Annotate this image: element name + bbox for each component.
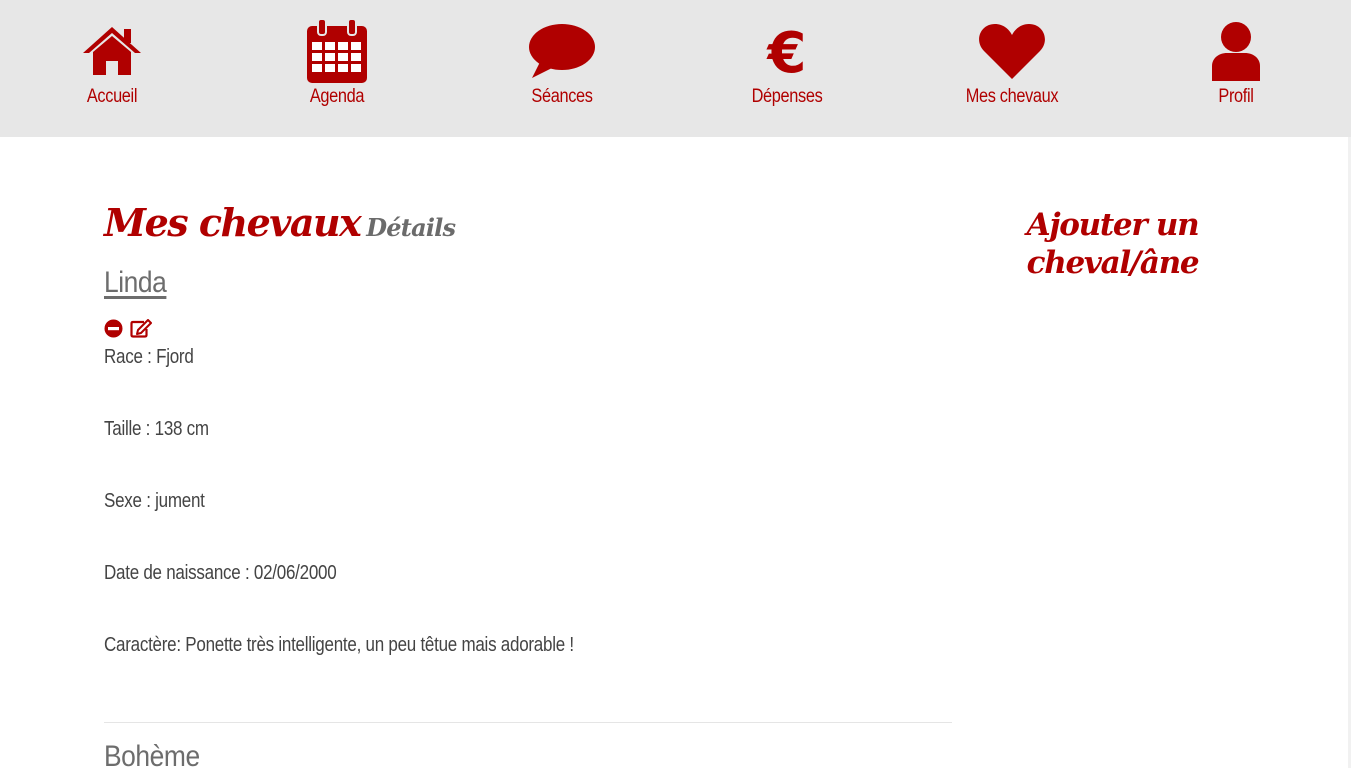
- horse-divider: [104, 722, 952, 723]
- horse-birthdate: Date de naissance : 02/06/2000: [104, 562, 337, 584]
- horse-character: Caractère: Ponette très intelligente, un…: [104, 634, 574, 656]
- add-horse-link[interactable]: Ajouter un cheval/âne: [1020, 206, 1205, 282]
- calendar-icon: [247, 18, 427, 84]
- svg-text:€: €: [766, 22, 807, 80]
- horse-size: Taille : 138 cm: [104, 418, 209, 440]
- delete-icon[interactable]: [104, 318, 126, 338]
- horse-sex: Sexe : jument: [104, 490, 205, 512]
- nav-item-mes-chevaux[interactable]: Mes chevaux: [922, 18, 1102, 108]
- home-icon: [22, 18, 202, 84]
- speech-bubble-icon: [472, 18, 652, 84]
- nav-item-accueil[interactable]: Accueil: [22, 18, 202, 108]
- top-navigation: Accueil Agenda Séances € Dépenses Mes ch…: [0, 0, 1351, 137]
- horse-actions: [104, 318, 152, 338]
- page-title-text: Mes chevaux: [104, 200, 362, 245]
- nav-label-profil: Profil: [1218, 86, 1254, 107]
- page-subtitle: Détails: [366, 213, 456, 242]
- nav-item-depenses[interactable]: € Dépenses: [697, 18, 877, 108]
- nav-label-seances: Séances: [531, 86, 593, 107]
- horse-name-link[interactable]: Linda: [104, 266, 167, 300]
- horse-name-link[interactable]: Bohème: [104, 740, 200, 774]
- nav-label-accueil: Accueil: [86, 86, 138, 107]
- nav-label-depenses: Dépenses: [751, 86, 823, 107]
- nav-item-seances[interactable]: Séances: [472, 18, 652, 108]
- heart-icon: [922, 18, 1102, 84]
- nav-label-agenda: Agenda: [309, 86, 365, 107]
- nav-item-agenda[interactable]: Agenda: [247, 18, 427, 108]
- nav-label-mes-chevaux: Mes chevaux: [965, 86, 1059, 107]
- horse-race: Race : Fjord: [104, 346, 194, 368]
- euro-icon: €: [697, 18, 877, 84]
- page-title: Mes chevaux Détails: [104, 200, 456, 245]
- nav-item-profil[interactable]: Profil: [1146, 18, 1326, 108]
- edit-icon[interactable]: [130, 318, 152, 338]
- user-icon: [1146, 18, 1326, 84]
